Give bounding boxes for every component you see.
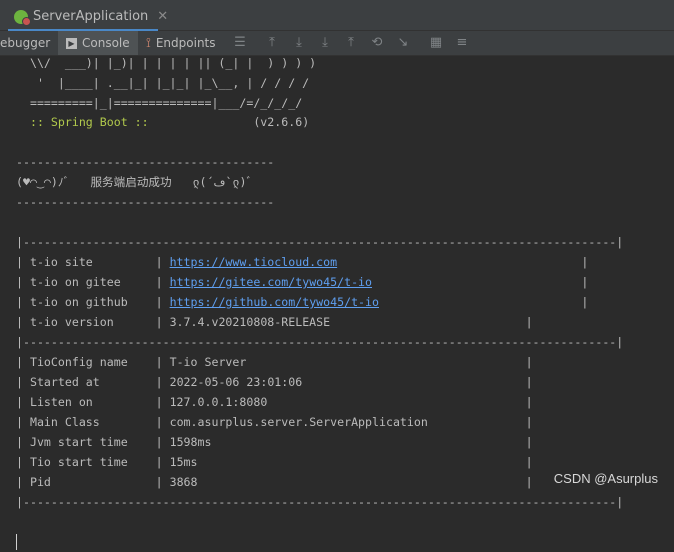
tio-start-label: Tio start time [29,455,128,469]
main-class-label: Main Class [29,415,100,429]
gitee-label: t-io on gitee [29,275,121,289]
table-row: | t-io on github | https://github.com/ty… [16,295,589,309]
gitee-link[interactable]: https://gitee.com/tywo45/t-io [170,275,372,289]
download-icon[interactable]: ⤓ [291,35,307,51]
started-value: 2022-05-06 23:01:06 [169,375,303,389]
table-row: | Started at | 2022-05-06 23:01:06 | [16,375,533,389]
table-row: | Tio start time | 15ms | [16,455,533,469]
banner-ascii-line-1: \\/ ___)| |_)| | | | | || (_| | ) ) ) ) [16,56,317,70]
config-name-value: T-io Server [169,355,247,369]
tab-endpoints[interactable]: ⟟ Endpoints [146,31,216,55]
clear-icon[interactable]: ↘ [395,35,411,51]
settings-icon[interactable]: ≡ [454,35,470,51]
table-row: | TioConfig name | T-io Server | [16,355,533,369]
started-label: Started at [29,375,100,389]
site-label: t-io site [29,255,93,269]
menu-icon[interactable]: ☰ [232,35,248,51]
run-tab-title: ServerApplication [33,9,149,24]
spring-boot-line: :: Spring Boot :: (v2.6.6) [16,112,309,132]
banner-ascii-line-3: =========|_|==============|___/=/_/_/_/ [16,96,303,110]
tab-debugger-label: ebugger [0,36,51,50]
startup-divider-top: ------------------------------------- [16,155,275,169]
upload-icon[interactable]: ⤒ [343,35,359,51]
grid-icon[interactable]: ▦ [428,35,444,51]
main-class-value: com.asurplus.server.ServerApplication [169,415,428,429]
table-row: | t-io site | https://www.tiocloud.com | [16,255,589,269]
listen-label: Listen on [29,395,93,409]
watermark: CSDN @Asurplus [553,471,658,486]
pid-label: Pid [29,475,51,489]
text-cursor [16,534,17,550]
download-alt-icon[interactable]: ⤓ [317,35,333,51]
endpoints-icon: ⟟ [146,35,151,51]
pid-value: 3868 [169,475,198,489]
run-tab-server-application[interactable]: ServerApplication ✕ [8,4,174,29]
run-tab-bar: ServerApplication ✕ [0,0,674,31]
github-label: t-io on github [29,295,128,309]
table-row: | t-io version | 3.7.4.v20210808-RELEASE… [16,315,533,329]
site-link[interactable]: https://www.tiocloud.com [170,255,338,269]
table-row: | t-io on gitee | https://gitee.com/tywo… [16,275,589,289]
scroll-to-end-icon[interactable]: ⤒ [264,35,280,51]
table-row: | Listen on | 127.0.0.1:8080 | [16,395,533,409]
tab-console-label: Console [82,36,130,50]
jvm-label: Jvm start time [29,435,128,449]
listen-value: 127.0.0.1:8080 [169,395,268,409]
console-icon: ▶ [66,37,77,49]
jvm-value: 1598ms [169,435,212,449]
tab-console[interactable]: ▶ Console [58,31,138,55]
banner-ascii-line-2: ' |____| .__|_| |_|_| |_\__, | / / / / [16,76,310,90]
restore-icon[interactable]: ⟲ [369,35,385,51]
close-icon[interactable]: ✕ [157,9,168,24]
config-name-label: TioConfig name [29,355,128,369]
startup-message-line: (♥◠‿◠)ﾉﾞ 服务端启动成功 ლ(´ڡ`ლ)ﾞ [16,172,252,192]
table-row: | Main Class | com.asurplus.server.Serve… [16,415,533,429]
console-toolbar: ebugger ▶ Console ⟟ Endpoints ☰ ⤒ ⤓ ⤓ ⤒ … [0,31,674,56]
startup-divider-bottom: ------------------------------------- [16,195,275,209]
tio-table-border-bottom: |---------------------------------------… [16,495,624,509]
spring-boot-icon [14,9,31,26]
tab-endpoints-label: Endpoints [155,36,216,50]
startup-message: 服务端启动成功 [90,175,172,189]
version-label: t-io version [29,315,114,329]
table-row: | Pid | 3868 | [16,475,533,489]
table-row: | Jvm start time | 1598ms | [16,435,533,449]
spring-boot-label: :: Spring Boot :: [16,115,149,129]
tio-start-value: 15ms [169,455,198,469]
kaomoji: (♥◠‿◠)ﾉﾞ [16,175,70,189]
tab-debugger[interactable]: ebugger [0,31,50,55]
tio-table-border-middle: |---------------------------------------… [16,335,624,349]
spring-boot-version: (v2.6.6) [253,115,310,129]
github-link[interactable]: https://github.com/tywo45/t-io [170,295,379,309]
kaomoji-2: ლ(´ڡ`ლ)ﾞ [192,175,253,189]
version-value: 3.7.4.v20210808-RELEASE [169,315,331,329]
tio-table-border-top: |---------------------------------------… [16,235,624,249]
